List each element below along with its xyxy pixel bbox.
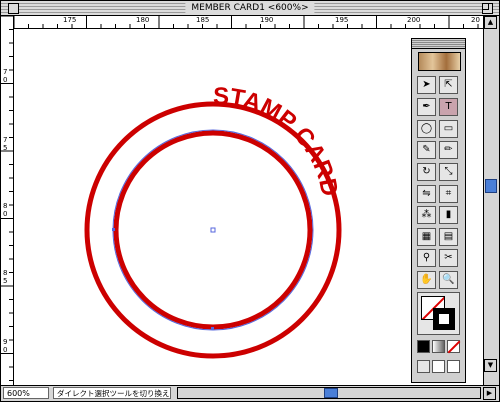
ruler-label: 5: [3, 277, 8, 285]
scroll-up-arrow[interactable]: ▲: [484, 16, 497, 29]
horizontal-ruler[interactable]: 175 180 185 190 195 200 20: [14, 16, 483, 29]
center-point[interactable]: [210, 227, 216, 233]
document-window: MEMBER CARD1 <600%> 175 180 185 190 195 …: [0, 0, 500, 402]
ruler-label: 8: [3, 202, 8, 210]
vertical-scrollbar[interactable]: ▲ ▼: [483, 16, 499, 386]
rotate-tool-icon[interactable]: ↻: [417, 163, 436, 181]
selection-tool-icon[interactable]: ➤: [417, 76, 436, 94]
ruler-label: 8: [3, 269, 8, 277]
gradient-mode-icon[interactable]: [432, 340, 445, 353]
vertical-scroll-thumb[interactable]: [485, 179, 497, 193]
ruler-label: 20: [471, 16, 480, 24]
stroke-swatch[interactable]: [433, 308, 455, 330]
artboard-canvas[interactable]: STAMP CARD ➤ ⇱ ✒ T ◯ ▭ ✎ ✏ ↻ ⤡ ⇋ ⌗ ⁂ ▮ ▦ ▤ ⚲ ✂ ✋ 🔍: [14, 29, 483, 386]
ruler-label: 0: [3, 346, 8, 354]
full-screen-menu-mode-icon[interactable]: [432, 360, 445, 373]
ruler-label: 175: [63, 16, 77, 24]
ruler-label: 5: [3, 144, 8, 152]
type-on-path-tool-icon[interactable]: T: [439, 98, 458, 116]
close-box[interactable]: [8, 3, 19, 14]
ellipse-tool-icon[interactable]: ◯: [417, 120, 436, 138]
ruler-label: 0: [3, 76, 8, 84]
horizontal-scroll-thumb[interactable]: [324, 388, 338, 398]
pen-tool-icon[interactable]: ✒: [417, 98, 436, 116]
scissors-tool-icon[interactable]: ✂: [439, 249, 458, 267]
zoom-box[interactable]: [482, 3, 493, 14]
scroll-down-arrow[interactable]: ▼: [484, 359, 497, 372]
vertical-ruler[interactable]: 7 0 7 5 8 0 8 5 9 0: [1, 16, 14, 386]
ruler-label: 200: [407, 16, 421, 24]
horizontal-scrollbar[interactable]: [177, 387, 481, 399]
status-bar: 600% ダイレクト選択ツールを切り換え ▶: [1, 385, 499, 401]
pencil-tool-icon[interactable]: ✏: [439, 141, 458, 159]
scale-tool-icon[interactable]: ⤡: [439, 163, 458, 181]
rectangle-tool-icon[interactable]: ▭: [439, 120, 458, 138]
window-title: MEMBER CARD1 <600%>: [185, 1, 315, 15]
ruler-label: 190: [260, 16, 274, 24]
ruler-label: 185: [196, 16, 210, 24]
anchor-point[interactable]: [112, 228, 115, 231]
standard-screen-mode-icon[interactable]: [417, 360, 430, 373]
graph-tool-icon[interactable]: ▮: [439, 206, 458, 224]
stamp-card-textpath[interactable]: STAMP CARD: [213, 83, 343, 199]
stamp-card-text[interactable]: STAMP CARD: [213, 83, 343, 199]
reflect-tool-icon[interactable]: ⇋: [417, 185, 436, 203]
free-transform-tool-icon[interactable]: ⌗: [439, 185, 458, 203]
ruler-label: 0: [3, 210, 8, 218]
zoom-level-field[interactable]: 600%: [3, 387, 49, 399]
full-screen-mode-icon[interactable]: [447, 360, 460, 373]
brush-tool-icon[interactable]: ✎: [417, 141, 436, 159]
ruler-label: 7: [3, 136, 8, 144]
tools-palette[interactable]: ➤ ⇱ ✒ T ◯ ▭ ✎ ✏ ↻ ⤡ ⇋ ⌗ ⁂ ▮ ▦ ▤ ⚲ ✂ ✋ 🔍: [411, 38, 466, 383]
mesh-tool-icon[interactable]: ▦: [417, 228, 436, 246]
title-bar[interactable]: MEMBER CARD1 <600%>: [1, 1, 499, 16]
hand-tool-icon[interactable]: ✋: [417, 271, 436, 289]
none-mode-icon[interactable]: [447, 340, 461, 354]
anchor-point[interactable]: [211, 327, 214, 330]
eyedropper-tool-icon[interactable]: ⚲: [417, 249, 436, 267]
ruler-label: 9: [3, 338, 8, 346]
ruler-label: 180: [136, 16, 150, 24]
symbol-sprayer-tool-icon[interactable]: ⁂: [417, 206, 436, 224]
ruler-label: 195: [335, 16, 349, 24]
color-mode-icon[interactable]: [417, 340, 430, 353]
zoom-tool-icon[interactable]: 🔍: [439, 271, 458, 289]
gradient-tool-icon[interactable]: ▤: [439, 228, 458, 246]
scroll-right-arrow[interactable]: ▶: [483, 387, 496, 400]
status-popup[interactable]: ダイレクト選択ツールを切り換え: [53, 387, 171, 399]
tools-palette-titlebar[interactable]: [412, 39, 465, 49]
direct-selection-tool-icon[interactable]: ⇱: [439, 76, 458, 94]
ruler-label: 7: [3, 68, 8, 76]
fill-stroke-box[interactable]: [417, 292, 460, 335]
app-logo-image[interactable]: [418, 52, 461, 71]
